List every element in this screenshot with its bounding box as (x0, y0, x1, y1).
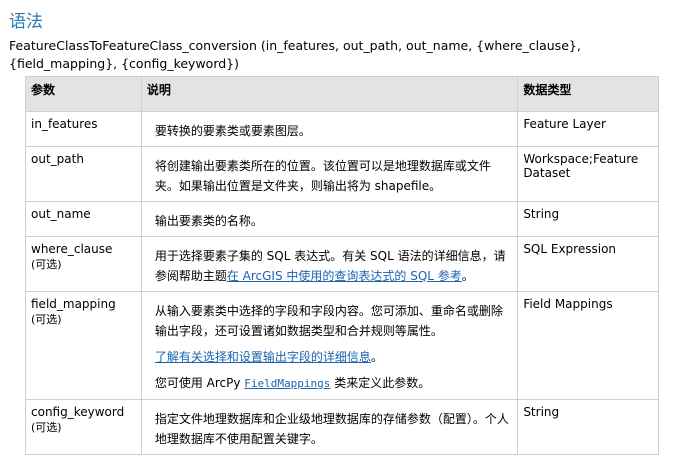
table-row: in_features 要转换的要素类或要素图层。 Feature Layer (25, 111, 659, 147)
table-row: config_keyword (可选) 指定文件地理数据库和企业级地理数据库的存… (25, 399, 659, 455)
parameters-table: 参数 说明 数据类型 in_features 要转换的要素类或要素图层。 Fea… (25, 76, 659, 455)
param-type: Feature Layer (517, 111, 659, 147)
param-name: field_mapping (可选) (25, 291, 142, 400)
param-description: 将创建输出要素类所在的位置。该位置可以是地理数据库或文件夹。如果输出位置是文件夹… (140, 146, 519, 202)
table-row: out_path 将创建输出要素类所在的位置。该位置可以是地理数据库或文件夹。如… (25, 146, 659, 202)
param-type: String (517, 201, 659, 237)
field-mapping-info-link[interactable]: 了解有关选择和设置输出字段的详细信息 (155, 350, 371, 364)
table-header-row: 参数 说明 数据类型 (25, 76, 659, 112)
param-type: Workspace;Feature Dataset (517, 146, 659, 202)
param-name: out_name (25, 201, 142, 237)
param-name: config_keyword (可选) (25, 399, 142, 455)
param-name: out_path (25, 146, 142, 202)
tool-signature: FeatureClassToFeatureClass_conversion (i… (9, 38, 581, 71)
optional-label: (可选) (31, 421, 62, 434)
param-description: 要转换的要素类或要素图层。 (140, 111, 519, 147)
sql-reference-link[interactable]: 在 ArcGIS 中使用的查询表达式的 SQL 参考 (227, 269, 462, 283)
param-type: Field Mappings (517, 291, 659, 400)
doc-page: 语法 FeatureClassToFeatureClass_conversion… (0, 0, 676, 463)
param-description: 从输入要素类中选择的字段和字段内容。您可添加、重命名或删除输出字段，还可设置诸如… (140, 291, 519, 400)
table-row: out_name 输出要素类的名称。 String (25, 201, 659, 237)
optional-label: (可选) (31, 258, 62, 271)
param-description: 输出要素类的名称。 (140, 201, 519, 237)
param-name: where_clause (可选) (25, 236, 142, 292)
param-description: 用于选择要素子集的 SQL 表达式。有关 SQL 语法的详细信息，请参阅帮助主题… (140, 236, 519, 292)
header-desc: 说明 (140, 76, 519, 112)
header-type: 数据类型 (517, 76, 659, 112)
table-row: field_mapping (可选) 从输入要素类中选择的字段和字段内容。您可添… (25, 291, 659, 400)
param-type: SQL Expression (517, 236, 659, 292)
optional-label: (可选) (31, 313, 62, 326)
header-param: 参数 (25, 76, 142, 112)
param-name: in_features (25, 111, 142, 147)
table-row: where_clause (可选) 用于选择要素子集的 SQL 表达式。有关 S… (25, 236, 659, 292)
param-description: 指定文件地理数据库和企业级地理数据库的存储参数（配置）。个人地理数据库不使用配置… (140, 399, 519, 455)
param-type: String (517, 399, 659, 455)
section-title: 语法 (9, 12, 43, 32)
fieldmappings-class-link[interactable]: FieldMappings (244, 377, 330, 390)
